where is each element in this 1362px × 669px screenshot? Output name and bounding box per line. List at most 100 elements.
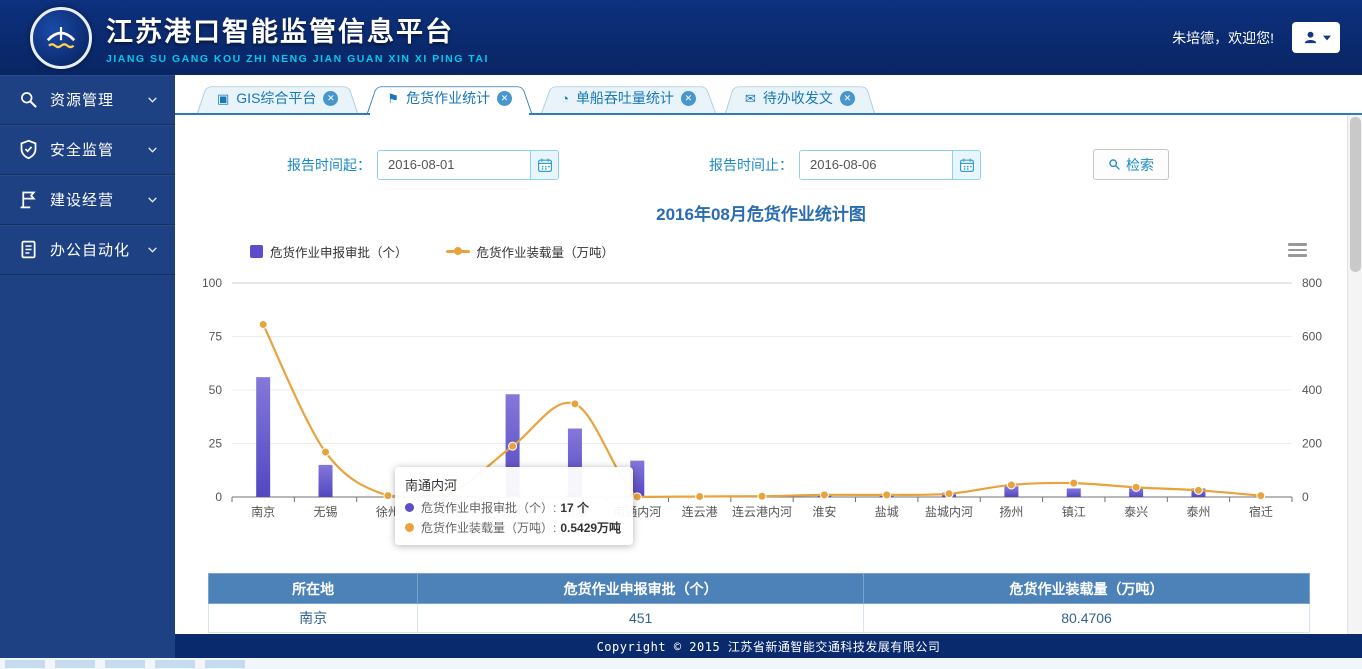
chart-legend: 危货作业申报审批（个） 危货作业装载量（万吨） bbox=[250, 241, 1347, 261]
taskbar-block bbox=[205, 660, 245, 668]
table-row: 南京45180.4706 bbox=[209, 604, 1310, 633]
sidebar-item-label: 安全监管 bbox=[50, 139, 146, 160]
vertical-scrollbar[interactable] bbox=[1347, 115, 1362, 634]
svg-text:宿迁: 宿迁 bbox=[1249, 504, 1273, 519]
table-cell: 南京 bbox=[209, 604, 418, 633]
sidebar-item-label: 办公自动化 bbox=[50, 239, 146, 260]
svg-text:0: 0 bbox=[215, 490, 222, 504]
tooltip-row: 危货作业装载量（万吨）:0.5429万吨 bbox=[405, 519, 621, 536]
svg-text:盐城内河: 盐城内河 bbox=[925, 505, 973, 519]
sidebar-item-2[interactable]: 建设经营 bbox=[0, 175, 175, 225]
taskbar-block bbox=[5, 660, 45, 668]
chart-title: 2016年08月危货作业统计图 bbox=[175, 200, 1347, 225]
caret-down-icon bbox=[1323, 35, 1331, 41]
sidebar-item-label: 建设经营 bbox=[50, 189, 146, 210]
search-button[interactable]: 检索 bbox=[1093, 149, 1169, 180]
calendar-icon bbox=[537, 157, 553, 173]
series-dot-icon bbox=[405, 523, 414, 532]
sidebar-item-0[interactable]: 资源管理 bbox=[0, 75, 175, 125]
table-cell: 451 bbox=[418, 604, 864, 633]
search-button-label: 检索 bbox=[1126, 155, 1154, 175]
svg-text:0: 0 bbox=[1302, 490, 1309, 504]
title-block: 江苏港口智能监管信息平台 JIANG SU GANG KOU ZHI NENG … bbox=[106, 10, 489, 65]
tab-label: 危货作业统计 bbox=[406, 88, 490, 108]
tab-0[interactable]: ▣ GIS综合平台 ✕ bbox=[197, 83, 358, 113]
port-logo bbox=[30, 7, 92, 69]
shield-icon bbox=[18, 139, 39, 160]
tooltip-value: 17 个 bbox=[560, 499, 589, 516]
main-content: ▣GIS综合平台✕⚑危货作业统计✕◔单船吞吐量统计✕✉待办收发文✕ 报告时间起：… bbox=[175, 75, 1362, 658]
svg-text:南京: 南京 bbox=[251, 504, 275, 519]
send-doc-icon: ✉ bbox=[745, 92, 756, 105]
tab-label: GIS综合平台 bbox=[236, 88, 316, 108]
user-menu-button[interactable] bbox=[1292, 22, 1340, 53]
tab-1[interactable]: ⚑危货作业统计✕ bbox=[367, 83, 532, 113]
construction-icon bbox=[18, 189, 39, 210]
sidebar-item-label: 资源管理 bbox=[50, 89, 146, 110]
taskbar-strip bbox=[0, 658, 1362, 669]
sidebar-item-1[interactable]: 安全监管 bbox=[0, 125, 175, 175]
start-date-label: 报告时间起： bbox=[287, 155, 371, 175]
tooltip-title: 南通内河 bbox=[405, 475, 621, 494]
tab-close-icon[interactable]: ✕ bbox=[840, 91, 855, 106]
svg-text:600: 600 bbox=[1302, 330, 1322, 344]
office-icon bbox=[18, 239, 39, 260]
svg-text:无锡: 无锡 bbox=[314, 504, 338, 519]
tab-close-icon[interactable]: ✕ bbox=[323, 91, 338, 106]
tooltip-row: 危货作业申报审批（个）:17 个 bbox=[405, 499, 621, 516]
svg-text:400: 400 bbox=[1302, 383, 1322, 397]
copyright-text: Copyright © 2015 江苏省新通智能交通科技发展有限公司 bbox=[597, 638, 941, 655]
tab-close-icon[interactable]: ✕ bbox=[497, 91, 512, 106]
legend-item-bar[interactable]: 危货作业申报审批（个） bbox=[250, 242, 408, 261]
tooltip-label: 危货作业装载量（万吨）: bbox=[421, 519, 556, 536]
calendar-icon bbox=[959, 157, 975, 173]
header: 江苏港口智能监管信息平台 JIANG SU GANG KOU ZHI NENG … bbox=[0, 0, 1362, 75]
svg-text:800: 800 bbox=[1302, 276, 1322, 290]
scrollbar-thumb[interactable] bbox=[1350, 117, 1361, 272]
header-right: 朱培德，欢迎您! bbox=[1172, 22, 1362, 53]
user-icon bbox=[1302, 29, 1319, 46]
svg-text:25: 25 bbox=[209, 437, 223, 451]
start-date-field bbox=[377, 150, 559, 180]
svg-text:50: 50 bbox=[209, 383, 223, 397]
taskbar-block bbox=[155, 660, 195, 668]
resource-icon bbox=[18, 89, 39, 110]
app-subtitle: JIANG SU GANG KOU ZHI NENG JIAN GUAN XIN… bbox=[106, 53, 489, 65]
table-header-cell: 危货作业装载量（万吨） bbox=[864, 574, 1310, 604]
svg-text:200: 200 bbox=[1302, 437, 1322, 451]
chart-canvas[interactable]: 02550751000200400600800南京无锡徐州常州苏州南通南通内河连… bbox=[190, 263, 1340, 563]
legend-item-line[interactable]: 危货作业装载量（万吨） bbox=[446, 242, 615, 261]
tab-3[interactable]: ✉待办收发文✕ bbox=[725, 83, 875, 113]
svg-text:泰兴: 泰兴 bbox=[1124, 505, 1148, 519]
svg-text:泰州: 泰州 bbox=[1186, 505, 1210, 519]
stats-table: 所在地危货作业申报审批（个）危货作业装载量（万吨） 南京45180.4706 bbox=[208, 573, 1310, 633]
table-header-cell: 危货作业申报审批（个） bbox=[418, 574, 864, 604]
search-icon bbox=[1108, 158, 1121, 171]
chevron-down-icon bbox=[146, 243, 159, 256]
chevron-down-icon bbox=[146, 93, 159, 106]
tab-2[interactable]: ◔单船吞吐量统计✕ bbox=[541, 83, 716, 113]
svg-text:连云港内河: 连云港内河 bbox=[732, 504, 792, 519]
end-date-input[interactable] bbox=[800, 151, 952, 179]
table-header-cell: 所在地 bbox=[209, 574, 418, 604]
table-header-row: 所在地危货作业申报审批（个）危货作业装载量（万吨） bbox=[209, 574, 1310, 604]
sidebar-nav: 资源管理安全监管建设经营办公自动化 bbox=[0, 75, 175, 658]
page-footer: Copyright © 2015 江苏省新通智能交通科技发展有限公司 bbox=[175, 634, 1362, 658]
taskbar-block bbox=[55, 660, 95, 668]
chart-tooltip: 南通内河 危货作业申报审批（个）:17 个危货作业装载量（万吨）:0.5429万… bbox=[395, 467, 633, 545]
svg-text:镇江: 镇江 bbox=[1062, 505, 1086, 519]
chart-toolbox-icon[interactable] bbox=[1288, 243, 1307, 257]
sidebar-item-3[interactable]: 办公自动化 bbox=[0, 225, 175, 275]
table-cell: 80.4706 bbox=[864, 604, 1310, 633]
filter-row: 报告时间起： 报告时间止： bbox=[287, 149, 1362, 180]
end-date-calendar-button[interactable] bbox=[952, 151, 980, 179]
bar-legend-swatch bbox=[250, 245, 263, 258]
statistics-chart[interactable]: 02550751000200400600800南京无锡徐州常州苏州南通南通内河连… bbox=[190, 263, 1340, 563]
tab-close-icon[interactable]: ✕ bbox=[681, 91, 696, 106]
series-dot-icon bbox=[405, 503, 414, 512]
start-date-calendar-button[interactable] bbox=[530, 151, 558, 179]
legend-label: 危货作业装载量（万吨） bbox=[477, 242, 615, 261]
start-date-input[interactable] bbox=[378, 151, 530, 179]
gis-icon: ▣ bbox=[217, 92, 229, 105]
svg-text:连云港: 连云港 bbox=[682, 504, 718, 519]
